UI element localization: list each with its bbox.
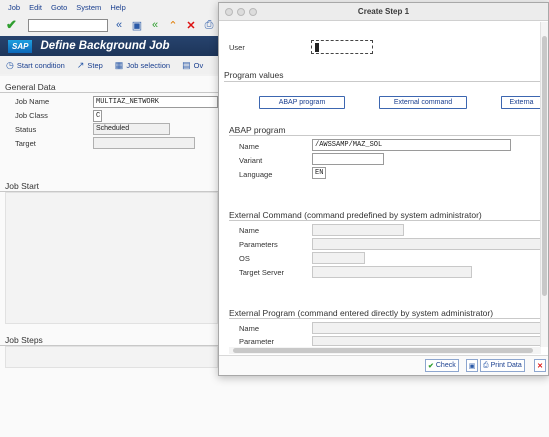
menu-help[interactable]: Help — [110, 3, 125, 12]
horizontal-scrollbar[interactable] — [229, 347, 541, 354]
user-field[interactable] — [311, 40, 373, 54]
dialog-title: Create Step 1 — [357, 7, 410, 16]
save-button[interactable]: ▣ — [466, 359, 478, 372]
exit-icon[interactable]: ⌃ — [166, 19, 180, 32]
print-data-button[interactable]: ⎙ Print Data — [480, 359, 525, 372]
ext-prog-name-label: Name — [239, 324, 260, 333]
ext-prog-name-field — [312, 322, 541, 334]
external-command-divider — [229, 220, 540, 221]
general-data-divider — [0, 92, 218, 93]
overview-button[interactable]: ▤ Ov — [182, 60, 203, 71]
menu-job[interactable]: Job — [8, 3, 20, 12]
abap-program-divider — [229, 135, 540, 136]
ext-prog-parameter-label: Parameter — [239, 337, 275, 346]
job-class-label: Job Class — [15, 111, 48, 120]
program-values-title: Program values — [224, 70, 284, 80]
save-icon: ▣ — [468, 362, 476, 370]
job-name-field[interactable]: MULTIAZ_NETWORK — [93, 96, 218, 108]
dialog-footer: ✔ Check ▣ ⎙ Print Data ✕ — [219, 355, 548, 375]
text-cursor — [315, 43, 319, 52]
step-button[interactable]: ↗ Step — [77, 60, 103, 71]
ext-cmd-os-field — [312, 252, 365, 264]
vertical-scroll-thumb[interactable] — [542, 36, 547, 296]
step-icon: ↗ — [76, 59, 85, 70]
back-icon[interactable]: « — [148, 19, 162, 31]
ext-cmd-parameters-field — [312, 238, 541, 250]
ext-cmd-target-server-label: Target Server — [239, 268, 285, 277]
external-command-button[interactable]: External command — [379, 96, 467, 109]
ext-cmd-target-server-field — [312, 266, 472, 278]
variant-label: Variant — [239, 156, 263, 165]
job-selection-button[interactable]: ▦ Job selection — [115, 60, 170, 71]
external-program-button[interactable]: Externa — [501, 96, 541, 109]
printer-icon: ⎙ — [483, 361, 489, 369]
language-label: Language — [239, 170, 273, 179]
cancel-button[interactable]: ✕ — [534, 359, 546, 372]
language-field[interactable]: EN — [312, 167, 326, 179]
menu-edit[interactable]: Edit — [29, 3, 42, 12]
cancel-icon: ✕ — [537, 362, 543, 370]
status-label: Status — [15, 125, 37, 134]
menu-system[interactable]: System — [76, 3, 101, 12]
check-button[interactable]: ✔ Check — [425, 359, 459, 372]
horizontal-scroll-thumb[interactable] — [233, 348, 533, 353]
external-program-title: External Program (command entered direct… — [229, 308, 494, 318]
command-field[interactable] — [28, 18, 108, 32]
target-field — [93, 137, 195, 149]
job-start-title: Job Start — [5, 181, 40, 191]
ext-prog-parameter-field — [312, 336, 541, 346]
page-title: Define Background Job — [40, 40, 170, 52]
menu-goto[interactable]: Goto — [51, 3, 67, 12]
user-label: User — [229, 43, 245, 52]
status-field: Scheduled — [93, 123, 170, 135]
create-step-dialog: Create Step 1 User Program values ABAP p… — [218, 2, 549, 376]
overview-icon: ▤ — [182, 59, 191, 70]
dialog-title-bar: Create Step 1 — [219, 3, 548, 21]
job-name-label: Job Name — [15, 97, 50, 106]
variant-field[interactable] — [312, 153, 384, 165]
program-values-divider — [224, 81, 540, 82]
double-left-arrow-icon[interactable]: « — [112, 19, 126, 31]
cancel-icon[interactable]: ✕ — [184, 19, 198, 32]
ext-cmd-name-field — [312, 224, 404, 236]
vertical-scrollbar[interactable] — [540, 22, 548, 347]
sap-logo: SAP — [8, 39, 33, 53]
abap-name-label: Name — [239, 142, 260, 151]
check-icon: ✔ — [428, 362, 434, 370]
external-program-divider — [229, 318, 540, 319]
abap-program-button[interactable]: ABAP program — [259, 96, 345, 109]
external-command-title: External Command (command predefined by … — [229, 210, 482, 220]
ext-cmd-parameters-label: Parameters — [239, 240, 278, 249]
clock-icon: ◷ — [6, 59, 14, 70]
start-condition-button[interactable]: ◷ Start condition — [6, 60, 65, 71]
selection-icon: ▦ — [114, 59, 124, 70]
job-steps-panel — [5, 346, 218, 368]
abap-program-title: ABAP program — [229, 125, 286, 135]
print-icon[interactable]: ⎙ — [202, 19, 216, 32]
save-icon[interactable]: ▣ — [130, 19, 144, 32]
ext-cmd-os-label: OS — [239, 254, 250, 263]
ext-cmd-name-label: Name — [239, 226, 260, 235]
job-start-panel — [5, 192, 218, 324]
job-steps-title: Job Steps — [5, 335, 43, 345]
target-label: Target — [15, 139, 36, 148]
general-data-title: General Data — [5, 82, 56, 92]
enter-check-icon[interactable]: ✔ — [6, 17, 20, 33]
job-class-field[interactable]: C — [93, 110, 102, 122]
abap-name-field[interactable]: /AWSSAMP/MAZ_SOL — [312, 139, 511, 151]
